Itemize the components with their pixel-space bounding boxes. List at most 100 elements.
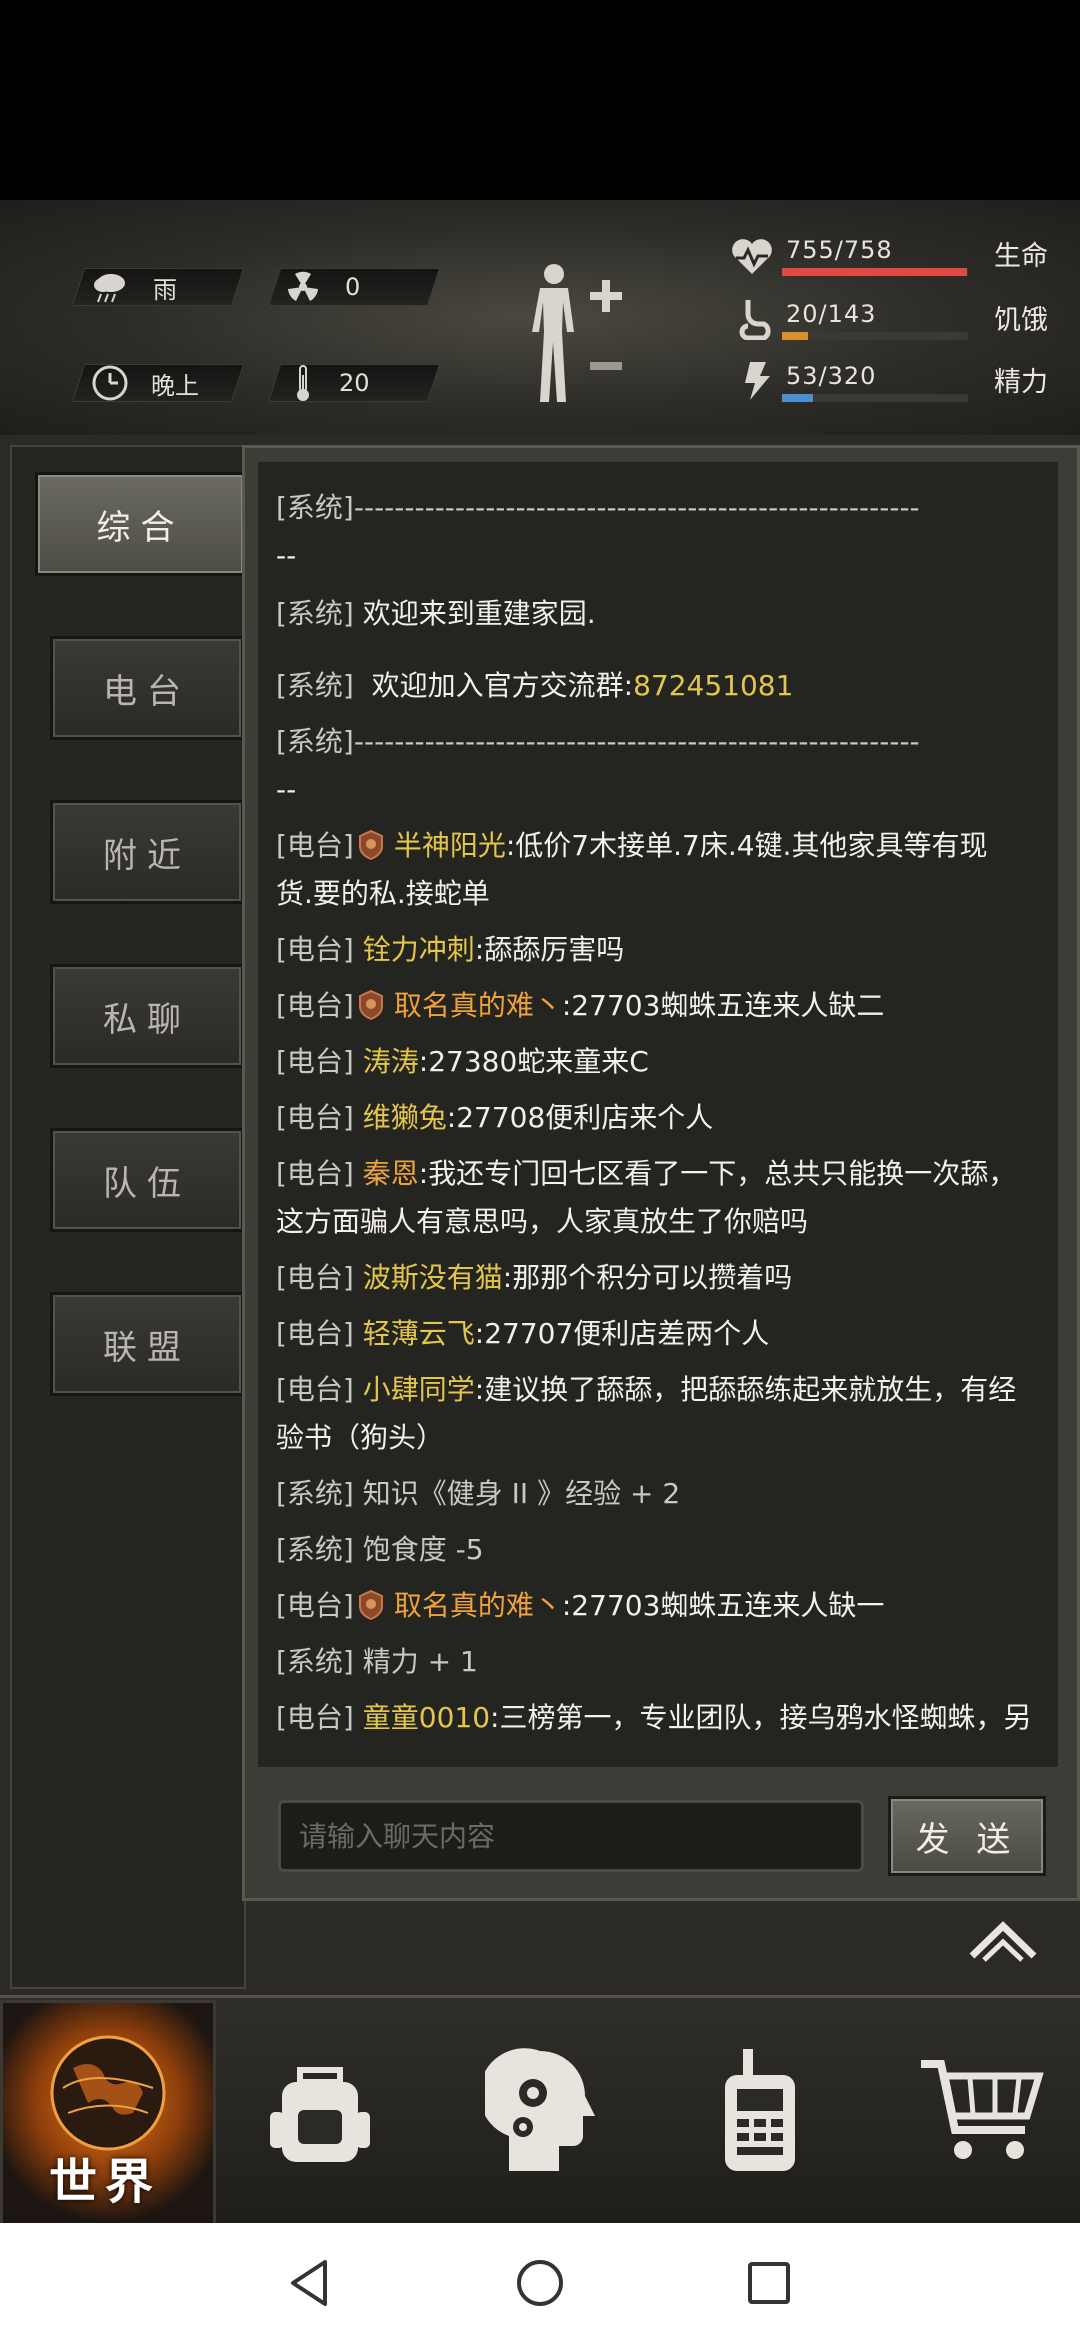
character-body-button[interactable] — [520, 262, 630, 410]
message-text: :三榜第一，专业团队，接乌鸦水怪蜘蛛，另 — [490, 1701, 1032, 1734]
message-text: 饱食度 -5 — [362, 1533, 484, 1566]
time-value: 晚上 — [151, 371, 199, 400]
clock-icon — [92, 365, 128, 401]
back-icon[interactable] — [285, 2258, 333, 2308]
sender-name[interactable]: 取名真的难丶 — [394, 989, 562, 1022]
message-continuation: 货.要的私.接蛇单 — [276, 877, 490, 910]
radio-tag: [电台] — [276, 1101, 354, 1134]
chat-message: [电台] 取名真的难丶:27703蜘蛛五连来人缺一 — [276, 1582, 1046, 1630]
message-text: :我还专门回七区看了一下，总共只能换一次舔， — [418, 1157, 1017, 1190]
sender-name[interactable]: 轻薄云飞 — [363, 1317, 475, 1350]
tab-nearby[interactable]: 附近 — [50, 800, 244, 904]
weather-value: 雨 — [153, 275, 177, 304]
system-tag: [系统] — [276, 597, 354, 630]
tab-private[interactable]: 私聊 — [50, 964, 244, 1068]
message-text: :低价7木接单.7床.4键.其他家具等有现 — [505, 829, 988, 862]
tab-general[interactable]: 综合 — [35, 472, 246, 576]
sender-name[interactable]: 铨力冲刺 — [363, 933, 475, 966]
chat-message: [电台] 小肆同学:建议换了舔舔，把舔舔练起来就放生，有经 — [276, 1366, 1046, 1414]
chat-message: [系统] 饱食度 -5 — [276, 1526, 1046, 1574]
radio-tag: [电台] — [276, 1701, 354, 1734]
chat-message: [电台] 波斯没有猫:那那个积分可以攒着吗 — [276, 1254, 1046, 1302]
time-pill: 晚上 — [71, 364, 245, 402]
nav-backpack-button[interactable] — [250, 2000, 390, 2220]
home-icon[interactable] — [515, 2258, 565, 2308]
chat-message: [电台] 半神阳光:低价7木接单.7床.4键.其他家具等有现 — [276, 822, 1046, 870]
chat-message: [电台] 铨力冲刺:舔舔厉害吗 — [276, 926, 1046, 974]
sender-name[interactable]: 秦恩 — [363, 1157, 419, 1190]
message-continuation: 验书（狗头） — [276, 1421, 445, 1454]
radiation-pill: 0 — [267, 268, 441, 306]
message-continuation: 这方面骗人有意思吗，人家真放生了你赔吗 — [276, 1205, 809, 1238]
chat-message: [电台] 涛涛:27380蛇来童来C — [276, 1038, 1046, 1086]
health-label: 生命 — [994, 241, 1048, 272]
send-button[interactable]: 发 送 — [888, 1796, 1046, 1876]
nav-radio-button[interactable] — [700, 2000, 820, 2220]
group-number-link[interactable]: 872451081 — [633, 669, 793, 702]
message-text: :27380蛇来童来C — [418, 1045, 649, 1078]
human-body-icon — [532, 264, 622, 402]
energy-label: 精力 — [994, 367, 1048, 398]
tab-radio[interactable]: 电台 — [50, 636, 244, 740]
chat-message: [电台] 秦恩:我还专门回七区看了一下，总共只能换一次舔， — [276, 1150, 1046, 1198]
message-text: 欢迎来到重建家园. — [362, 597, 596, 630]
sender-name[interactable]: 维獭兔 — [363, 1101, 447, 1134]
sender-name[interactable]: 波斯没有猫 — [363, 1261, 503, 1294]
chat-message: [电台] 维獭兔:27708便利店来个人 — [276, 1094, 1046, 1142]
separator-tail: -- — [276, 773, 297, 806]
system-tag: [系统] — [276, 1645, 354, 1678]
temperature-value: 20 — [339, 369, 370, 397]
health-bar — [782, 268, 968, 276]
message-text: :那那个积分可以攒着吗 — [502, 1261, 793, 1294]
chat-message: [电台] 取名真的难丶:27703蜘蛛五连来人缺二 — [276, 982, 1046, 1030]
tab-team[interactable]: 队伍 — [50, 1128, 244, 1232]
chat-message: [系统] 欢迎来到重建家园. — [276, 590, 1046, 638]
sender-name[interactable]: 半神阳光 — [394, 829, 506, 862]
chat-log[interactable]: [系统]------------------------------------… — [258, 462, 1058, 1767]
system-tag: [系统] — [276, 669, 354, 702]
nav-world-label: 世界 — [48, 2154, 161, 2210]
alliance-crest-icon — [358, 830, 383, 860]
radio-tag: [电台] — [276, 1261, 354, 1294]
energy-bolt-icon — [745, 362, 770, 400]
radio-tag: [电台] — [276, 829, 354, 862]
message-text: :27708便利店来个人 — [446, 1101, 714, 1134]
message-text: :27707便利店差两个人 — [474, 1317, 770, 1350]
separator-tail: -- — [276, 539, 297, 572]
message-text: 知识《健身 II 》经验 + 2 — [362, 1477, 681, 1510]
collapse-chevron-icon[interactable] — [966, 1916, 1040, 1964]
radiation-value: 0 — [345, 273, 361, 301]
message-text: :舔舔厉害吗 — [474, 933, 625, 966]
chat-message: [系统]------------------------------------… — [276, 718, 1046, 766]
message-text: :27703蜘蛛五连来人缺二 — [561, 989, 885, 1022]
separator-line: ----------------------------------------… — [353, 725, 920, 758]
health-value: 755/758 — [786, 236, 893, 264]
head-gears-icon — [485, 2048, 595, 2171]
sender-name[interactable]: 小肆同学 — [363, 1373, 475, 1406]
globe-icon — [50, 2035, 166, 2151]
radio-tag: [电台] — [276, 989, 354, 1022]
sender-name[interactable]: 童童0010 — [363, 1701, 490, 1734]
system-nav-bar — [0, 2223, 1080, 2340]
chat-message: [电台] 童童0010:三榜第一，专业团队，接乌鸦水怪蜘蛛，另 — [276, 1694, 1046, 1742]
sender-name[interactable]: 取名真的难丶 — [394, 1589, 562, 1622]
recent-apps-icon[interactable] — [746, 2260, 792, 2306]
nav-skills-button[interactable] — [470, 2000, 610, 2220]
message-text: :27703蜘蛛五连来人缺一 — [561, 1589, 885, 1622]
hunger-bar — [782, 332, 968, 340]
radiation-icon — [288, 271, 318, 301]
message-text: 欢迎加入官方交流群: — [371, 669, 634, 702]
tab-alliance[interactable]: 联盟 — [50, 1292, 244, 1396]
chat-message: [系统]------------------------------------… — [276, 484, 1046, 532]
chat-input[interactable] — [281, 1803, 861, 1869]
stomach-icon — [739, 300, 771, 340]
alliance-crest-icon — [358, 990, 383, 1020]
chat-message: [系统] 知识《健身 II 》经验 + 2 — [276, 1470, 1046, 1518]
chat-message: [系统] 欢迎加入官方交流群:872451081 — [276, 662, 1046, 710]
sender-name[interactable]: 涛涛 — [363, 1045, 419, 1078]
thermometer-icon — [297, 365, 309, 401]
radio-tag: [电台] — [276, 1373, 354, 1406]
nav-shop-button[interactable] — [910, 2000, 1050, 2220]
separator-line: ----------------------------------------… — [353, 491, 920, 524]
radio-tag: [电台] — [276, 1317, 354, 1350]
